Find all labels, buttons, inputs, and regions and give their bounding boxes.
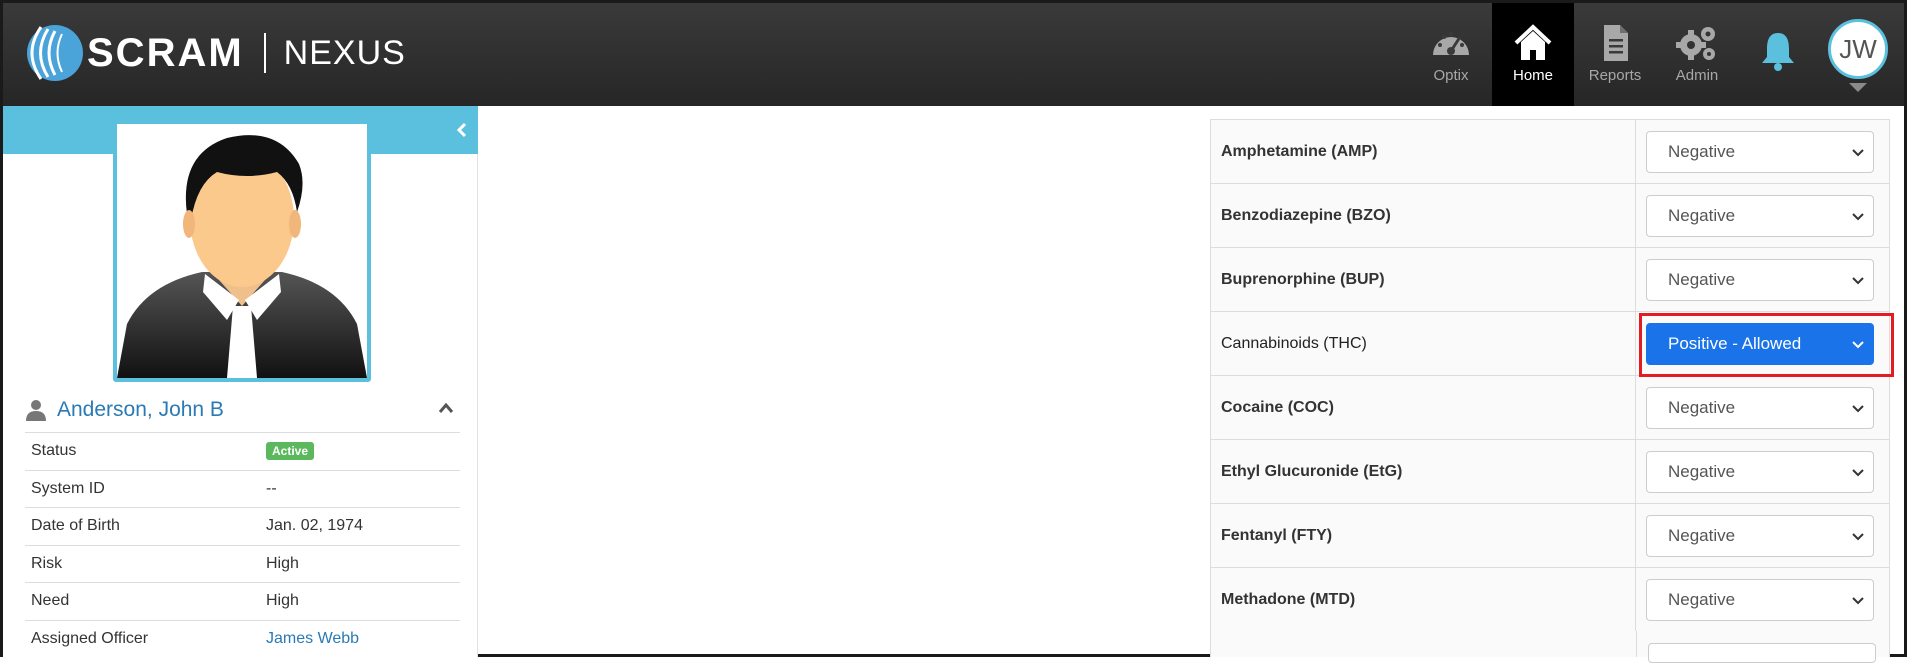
- result-select[interactable]: Negative: [1646, 130, 1874, 173]
- document-icon: [1604, 25, 1628, 61]
- chevron-down-icon: [1852, 212, 1864, 220]
- chevron-down-icon: [1852, 468, 1864, 476]
- status-badge: Active: [266, 442, 315, 461]
- user-avatar[interactable]: JW: [1828, 19, 1888, 79]
- result-value: Negative: [1668, 269, 1736, 289]
- participant-info-table: Status Active System ID -- Date of Birth…: [25, 432, 460, 658]
- chevron-down-icon: [1852, 404, 1864, 412]
- drug-row: Ethyl Glucuronide (EtG) Negative: [1210, 439, 1890, 504]
- nav-item-optix[interactable]: Optix: [1410, 3, 1492, 106]
- nav-label-reports: Reports: [1588, 67, 1642, 84]
- drug-row: Methadone (MTD) Negative: [1210, 567, 1890, 632]
- result-select-focused[interactable]: Positive - Allowed: [1646, 322, 1874, 365]
- column-divider: [1636, 631, 1637, 657]
- info-row-risk: Risk High: [25, 544, 460, 583]
- info-label: Risk: [25, 544, 260, 583]
- result-select[interactable]: Negative: [1646, 450, 1874, 493]
- info-label: System ID: [25, 469, 260, 508]
- participant-header: Anderson, John B: [25, 390, 460, 430]
- drug-row-selected: Cannabinoids (THC) Positive - Allowed: [1210, 311, 1890, 376]
- chevron-down-icon: [1852, 340, 1864, 348]
- drug-row: Fentanyl (FTY) Negative: [1210, 503, 1890, 568]
- notifications-button[interactable]: [1738, 3, 1818, 106]
- nav-label-home: Home: [1512, 67, 1553, 84]
- info-row-need: Need High: [25, 582, 460, 620]
- result-select[interactable]: Negative: [1646, 258, 1874, 301]
- user-icon: [26, 400, 46, 421]
- logo-divider: [263, 33, 266, 73]
- caret-down-icon: [1849, 83, 1867, 92]
- home-icon: [1514, 24, 1552, 60]
- gears-icon: [1676, 27, 1715, 60]
- result-value: Negative: [1668, 461, 1736, 481]
- drug-name: Fentanyl (FTY): [1210, 503, 1636, 568]
- result-select[interactable]: Negative: [1646, 194, 1874, 237]
- speedometer-icon: [1433, 32, 1469, 55]
- result-value: Negative: [1668, 141, 1736, 161]
- participant-name[interactable]: Anderson, John B: [57, 398, 224, 422]
- result-value: Negative: [1668, 589, 1736, 609]
- chevron-up-icon[interactable]: [438, 402, 454, 414]
- info-value: Jan. 02, 1974: [260, 507, 460, 545]
- chevron-down-icon: [1852, 276, 1864, 284]
- drug-name: Cocaine (COC): [1210, 375, 1636, 440]
- main-nav: Optix Home Reports Admin JW: [1410, 3, 1904, 106]
- drug-row: Cocaine (COC) Negative: [1210, 375, 1890, 440]
- chevron-left-icon[interactable]: [454, 120, 470, 140]
- drug-name: Cannabinoids (THC): [1210, 311, 1636, 376]
- user-menu[interactable]: JW: [1818, 3, 1904, 106]
- drug-name: Amphetamine (AMP): [1210, 119, 1636, 184]
- info-row-dob: Date of Birth Jan. 02, 1974: [25, 507, 460, 545]
- info-row-system-id: System ID --: [25, 469, 460, 508]
- drug-name: Methadone (MTD): [1210, 567, 1636, 632]
- top-navbar: SCRAM NEXUS Optix Home Reports Admin JW: [3, 3, 1904, 106]
- result-value: Positive - Allowed: [1668, 333, 1802, 353]
- nav-item-admin[interactable]: Admin: [1656, 3, 1738, 106]
- result-value: Negative: [1668, 397, 1736, 417]
- nav-label-admin: Admin: [1675, 67, 1719, 84]
- participant-photo: [113, 120, 371, 382]
- info-label: Status: [25, 432, 260, 470]
- info-label: Need: [25, 582, 260, 620]
- result-select[interactable]: Negative: [1646, 578, 1874, 621]
- result-select[interactable]: Negative: [1646, 514, 1874, 557]
- nav-label-optix: Optix: [1433, 67, 1469, 84]
- info-row-assigned-officer: Assigned Officer James Webb: [25, 619, 460, 658]
- chevron-down-icon: [1852, 532, 1864, 540]
- drug-results-table: Amphetamine (AMP) Negative Benzodiazepin…: [1210, 119, 1890, 632]
- default-person-avatar-icon: [117, 135, 367, 378]
- info-value: --: [260, 469, 460, 508]
- scram-swoosh-icon: [27, 25, 83, 81]
- info-value: High: [260, 544, 460, 583]
- result-select[interactable]: Negative: [1646, 386, 1874, 429]
- drug-row: Benzodiazepine (BZO) Negative: [1210, 183, 1890, 248]
- info-value: High: [260, 582, 460, 620]
- info-label: Date of Birth: [25, 507, 260, 545]
- drug-row: Buprenorphine (BUP) Negative: [1210, 247, 1890, 312]
- scram-nexus-logo[interactable]: SCRAM NEXUS: [21, 21, 406, 85]
- drug-row: Amphetamine (AMP) Negative: [1210, 119, 1890, 184]
- nav-item-home[interactable]: Home: [1492, 3, 1574, 106]
- result-select[interactable]: [1648, 643, 1876, 663]
- product-name: NEXUS: [283, 33, 406, 72]
- participant-sidebar: Anderson, John B Status Active System ID…: [3, 106, 478, 658]
- bell-icon: [1762, 33, 1794, 71]
- result-value: Negative: [1668, 205, 1736, 225]
- chevron-down-icon: [1852, 596, 1864, 604]
- info-row-status: Status Active: [25, 432, 460, 470]
- drug-name: Benzodiazepine (BZO): [1210, 183, 1636, 248]
- result-value: Negative: [1668, 525, 1736, 545]
- nav-item-reports[interactable]: Reports: [1574, 3, 1656, 106]
- info-label: Assigned Officer: [25, 619, 260, 658]
- brand-name: SCRAM: [87, 30, 244, 75]
- drug-row-partial: [1210, 631, 1890, 663]
- drug-name: Ethyl Glucuronide (EtG): [1210, 439, 1636, 504]
- drug-name: Buprenorphine (BUP): [1210, 247, 1636, 312]
- chevron-down-icon: [1852, 148, 1864, 156]
- assigned-officer-link[interactable]: James Webb: [266, 630, 359, 647]
